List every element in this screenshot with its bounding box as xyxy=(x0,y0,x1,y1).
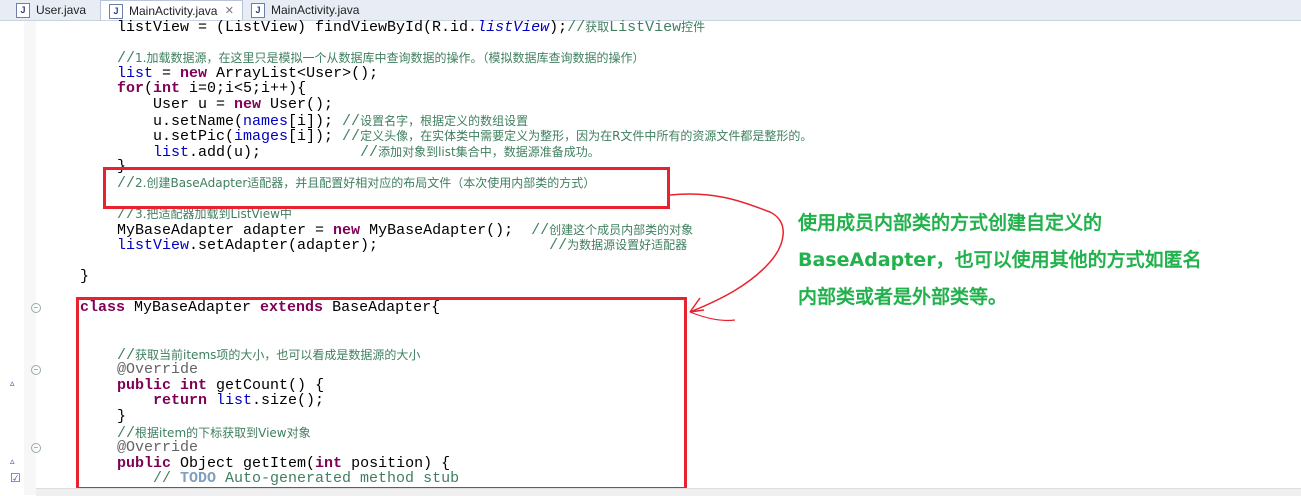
annotation-line: 使用成员内部类的方式创建自定义的 xyxy=(798,212,1103,234)
annotation-line: BaseAdapter，也可以使用其他的方式如匿名 xyxy=(798,249,1202,271)
annotation-line: 内部类或者是外部类等。 xyxy=(798,286,1008,308)
annotation-text: 使用成员内部类的方式创建自定义的 BaseAdapter，也可以使用其他的方式如… xyxy=(798,205,1268,316)
